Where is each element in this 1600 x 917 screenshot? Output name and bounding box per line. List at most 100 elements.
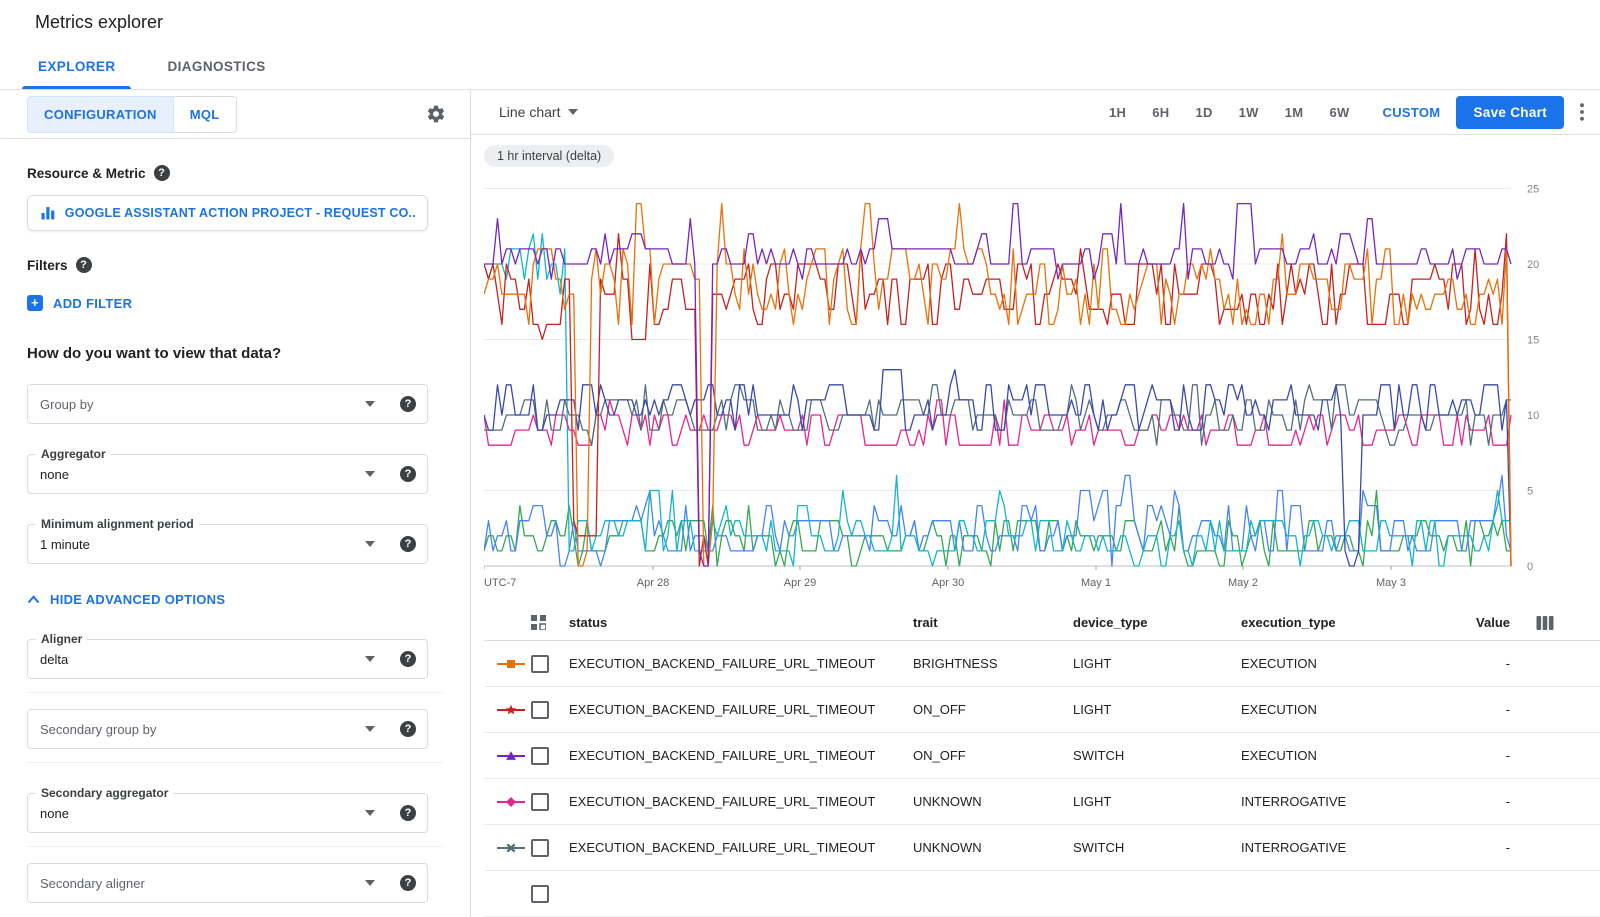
row-checkbox[interactable]: [531, 885, 549, 903]
range-1h-button[interactable]: 1H: [1109, 105, 1126, 120]
chevron-down-icon: [365, 810, 375, 816]
view-data-question: How do you want to view that data?: [27, 345, 443, 362]
bar-chart-icon: [40, 205, 56, 221]
secondary-group-by-dropdown[interactable]: Secondary group by ?: [27, 709, 428, 749]
svg-text:Apr 30: Apr 30: [932, 577, 964, 589]
svg-text:May 2: May 2: [1228, 577, 1258, 589]
page-title: Metrics explorer: [35, 12, 163, 33]
chevron-down-icon: [365, 541, 375, 547]
help-icon[interactable]: ?: [76, 257, 92, 273]
series-marker-x: [497, 842, 531, 854]
divider: [27, 846, 443, 847]
column-selector-icon[interactable]: [1536, 615, 1600, 631]
chevron-down-icon: [365, 656, 375, 662]
legend-grid-icon[interactable]: [531, 615, 569, 630]
app-header: Metrics explorer: [0, 0, 1600, 44]
secondary-aggregator-dropdown[interactable]: Secondary aggregator none ?: [27, 793, 428, 833]
table-row[interactable]: EXECUTION_BACKEND_FAILURE_URL_TIMEOUT BR…: [484, 641, 1600, 687]
help-icon[interactable]: ?: [400, 536, 416, 552]
column-header-device-type[interactable]: device_type: [1073, 615, 1241, 630]
table-row-partial[interactable]: [484, 871, 1600, 917]
series-marker-star: [497, 704, 531, 716]
row-checkbox[interactable]: [531, 793, 549, 811]
help-icon[interactable]: ?: [400, 721, 416, 737]
column-header-trait[interactable]: trait: [913, 615, 1073, 630]
svg-text:UTC-7: UTC-7: [484, 577, 516, 589]
chevron-down-icon: [568, 109, 578, 115]
table-row[interactable]: EXECUTION_BACKEND_FAILURE_URL_TIMEOUT UN…: [484, 779, 1600, 825]
svg-text:0: 0: [1527, 561, 1533, 573]
aggregator-dropdown[interactable]: Aggregator none ?: [27, 454, 428, 494]
row-checkbox[interactable]: [531, 701, 549, 719]
tab-explorer[interactable]: EXPLORER: [12, 44, 141, 89]
range-6h-button[interactable]: 6H: [1152, 105, 1169, 120]
svg-text:15: 15: [1527, 335, 1539, 347]
resource-metric-chip[interactable]: GOOGLE ASSISTANT ACTION PROJECT - REQUES…: [27, 195, 428, 231]
help-icon[interactable]: ?: [400, 805, 416, 821]
configuration-mode-button[interactable]: CONFIGURATION: [27, 96, 174, 133]
chart-type-dropdown[interactable]: Line chart: [499, 104, 578, 120]
table-row[interactable]: EXECUTION_BACKEND_FAILURE_URL_TIMEOUT ON…: [484, 687, 1600, 733]
settings-gear-icon[interactable]: [426, 104, 446, 124]
chart-toolbar: Line chart 1H 6H 1D 1W 1M 6W CUSTOM Save…: [471, 90, 1600, 135]
config-mode-toggle: CONFIGURATION MQL: [27, 96, 237, 133]
chevron-down-icon: [365, 401, 375, 407]
range-1m-button[interactable]: 1M: [1285, 105, 1304, 120]
top-tabs: EXPLORER DIAGNOSTICS: [0, 44, 1600, 90]
svg-text:20: 20: [1527, 259, 1539, 271]
line-chart[interactable]: 0 5 10 15 20 25 UTC-7 Apr 28 Apr 29 Apr 30 May 1 Ma…: [484, 181, 1574, 591]
svg-text:May 3: May 3: [1376, 577, 1406, 589]
column-header-status[interactable]: status: [569, 615, 913, 630]
series-table: status trait device_type execution_type …: [484, 605, 1600, 917]
table-header: status trait device_type execution_type …: [484, 605, 1600, 641]
series-marker-triangle: [497, 750, 531, 762]
group-by-dropdown[interactable]: Group by ?: [27, 384, 428, 424]
svg-text:25: 25: [1527, 184, 1539, 196]
divider: [27, 762, 443, 763]
help-icon[interactable]: ?: [400, 466, 416, 482]
mql-mode-button[interactable]: MQL: [174, 96, 237, 133]
save-chart-button[interactable]: Save Chart: [1456, 96, 1564, 129]
row-checkbox[interactable]: [531, 655, 549, 673]
svg-text:10: 10: [1527, 410, 1539, 422]
chevron-down-icon: [365, 471, 375, 477]
svg-text:5: 5: [1527, 486, 1533, 498]
help-icon[interactable]: ?: [400, 396, 416, 412]
table-row[interactable]: EXECUTION_BACKEND_FAILURE_URL_TIMEOUT UN…: [484, 825, 1600, 871]
filters-section-label: Filters ?: [27, 257, 443, 273]
help-icon[interactable]: ?: [400, 651, 416, 667]
min-alignment-period-dropdown[interactable]: Minimum alignment period 1 minute ?: [27, 524, 428, 564]
chart-panel: Line chart 1H 6H 1D 1W 1M 6W CUSTOM Save…: [471, 90, 1600, 917]
range-6w-button[interactable]: 6W: [1329, 105, 1349, 120]
svg-text:Apr 29: Apr 29: [784, 577, 816, 589]
interval-chip[interactable]: 1 hr interval (delta): [484, 145, 614, 167]
chevron-up-icon: [27, 595, 40, 604]
chevron-down-icon: [365, 726, 375, 732]
series-marker-diamond: [497, 796, 531, 808]
resource-metric-section-label: Resource & Metric ?: [27, 165, 443, 181]
series-marker-square: [497, 658, 531, 670]
column-header-value[interactable]: Value: [1453, 615, 1536, 630]
help-icon[interactable]: ?: [400, 875, 416, 891]
hide-advanced-options-button[interactable]: HIDE ADVANCED OPTIONS: [27, 592, 443, 607]
chevron-down-icon: [365, 880, 375, 886]
secondary-aligner-dropdown[interactable]: Secondary aligner ?: [27, 863, 428, 903]
add-filter-button[interactable]: + ADD FILTER: [27, 295, 443, 311]
table-row[interactable]: EXECUTION_BACKEND_FAILURE_URL_TIMEOUT ON…: [484, 733, 1600, 779]
range-custom-button[interactable]: CUSTOM: [1383, 105, 1441, 120]
range-1w-button[interactable]: 1W: [1239, 105, 1259, 120]
help-icon[interactable]: ?: [154, 165, 170, 181]
more-options-icon[interactable]: [1580, 103, 1584, 121]
svg-text:May 1: May 1: [1081, 577, 1111, 589]
row-checkbox[interactable]: [531, 747, 549, 765]
aligner-dropdown[interactable]: Aligner delta ?: [27, 639, 428, 679]
add-icon: +: [27, 295, 43, 311]
column-header-execution-type[interactable]: execution_type: [1241, 615, 1453, 630]
configuration-panel: CONFIGURATION MQL Resource & Metric ? GO…: [0, 90, 471, 917]
tab-diagnostics[interactable]: DIAGNOSTICS: [141, 44, 291, 89]
range-1d-button[interactable]: 1D: [1195, 105, 1212, 120]
row-checkbox[interactable]: [531, 839, 549, 857]
chart-area: 1 hr interval (delta) 0 5 10 15 20 25 UTC-7 Apr…: [471, 135, 1600, 917]
svg-text:Apr 28: Apr 28: [637, 577, 669, 589]
divider: [27, 692, 443, 693]
